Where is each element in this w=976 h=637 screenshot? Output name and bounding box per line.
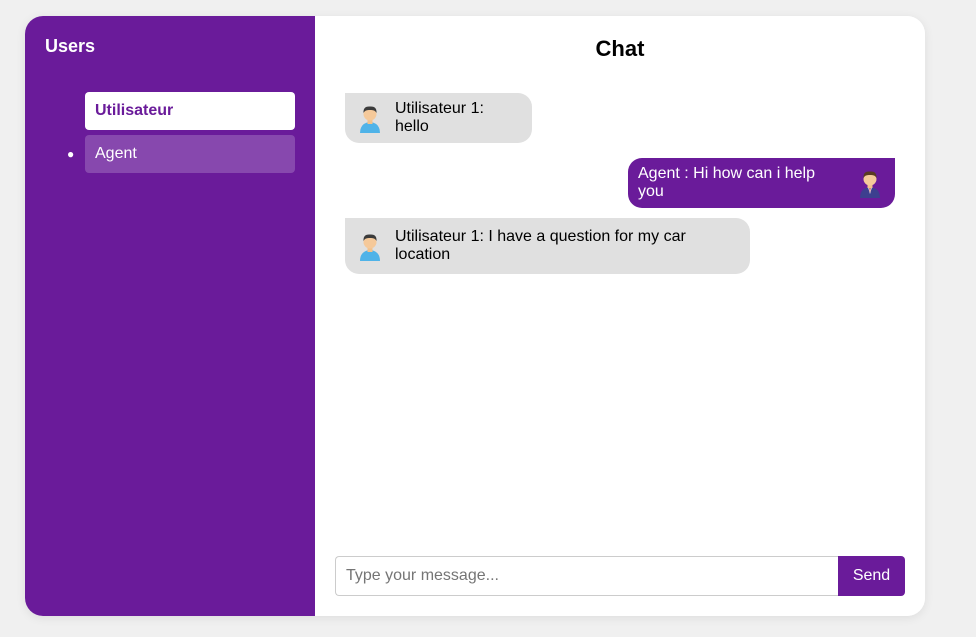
user-item-label: Agent	[95, 145, 137, 162]
message-text: Agent : Hi how can i help you	[638, 165, 815, 200]
chat-title: Chat	[595, 36, 645, 61]
message-bubble-user: Utilisateur 1: I have a question for my …	[345, 218, 750, 274]
message-bubble-user: Utilisateur 1: hello	[345, 93, 532, 143]
agent-avatar-icon	[860, 171, 880, 198]
message-bubble-agent: Agent : Hi how can i help you	[628, 158, 895, 208]
users-sidebar: Users Utilisateur ● Agent	[25, 16, 315, 616]
message-composer: Send	[335, 556, 905, 596]
user-avatar-icon	[360, 106, 380, 133]
user-item-utilisateur[interactable]: Utilisateur	[85, 92, 295, 130]
sidebar-title: Users	[45, 36, 96, 56]
user-list: Utilisateur ● Agent	[67, 92, 295, 178]
user-item-label: Utilisateur	[95, 102, 174, 119]
user-avatar-icon	[360, 234, 380, 261]
chat-panel: Chat Utilisateur 1: hello Agent : Hi how…	[315, 16, 925, 616]
message-text: Utilisateur 1: hello	[395, 100, 484, 135]
send-button[interactable]: Send	[838, 556, 905, 596]
message-text: Utilisateur 1: I have a question for my …	[395, 228, 686, 263]
user-item-agent[interactable]: ● Agent	[67, 135, 295, 173]
message-input[interactable]	[335, 556, 838, 596]
chat-app-window: Users Utilisateur ● Agent Chat Utilisate…	[25, 16, 925, 616]
bullet-icon: ●	[67, 147, 75, 161]
